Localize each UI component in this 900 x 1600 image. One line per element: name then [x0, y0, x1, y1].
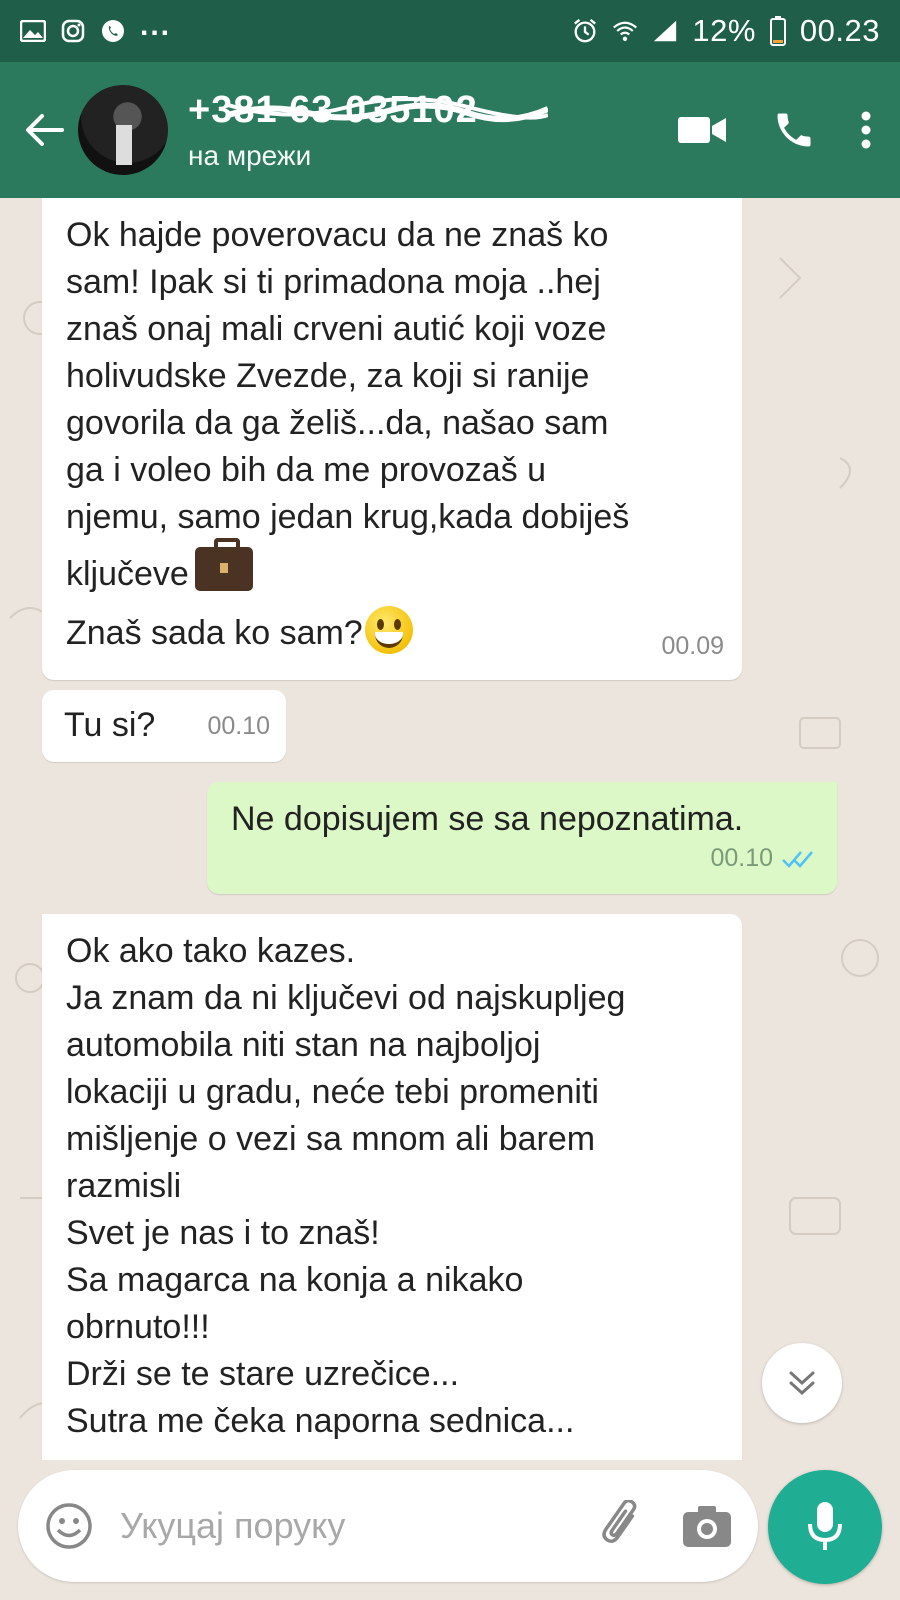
message-line: Sa magarca na konja a nikako — [66, 1261, 524, 1299]
message-line: Ja znam da ni ključevi od najskupljeg — [66, 979, 626, 1017]
status-bar: ... 12% 00.23 — [0, 0, 900, 62]
phone-icon[interactable] — [772, 108, 816, 152]
message-line: Sutra me čeka naporna sednica... — [66, 1402, 575, 1440]
gallery-icon — [20, 19, 46, 43]
more-vert-icon[interactable] — [860, 110, 872, 150]
message-time: 00.10 — [207, 712, 270, 740]
message-line: obrnuto!!! — [66, 1308, 210, 1346]
microphone-icon — [808, 1502, 842, 1550]
message-line: ga i voleo bih da me provozaš u — [66, 451, 547, 489]
contact-status: на мрежи — [188, 139, 312, 171]
incoming-message-bubble[interactable]: Ok ako tako kazes. Ja znam da ni ključev… — [42, 914, 742, 1460]
message-time: 00.10 — [710, 844, 773, 872]
emoji-icon[interactable] — [44, 1501, 94, 1551]
message-line: lokaciji u gradu, neće tebi promeniti — [66, 1073, 599, 1111]
message-line: Ok hajde poverovacu da ne znaš ko — [66, 216, 609, 254]
message-composer — [18, 1470, 758, 1582]
back-arrow-icon[interactable] — [14, 100, 74, 160]
briefcase-emoji-icon — [194, 538, 253, 591]
signal-icon — [652, 19, 678, 43]
clock: 00.23 — [799, 13, 880, 48]
wifi-icon — [612, 19, 638, 43]
message-line: razmisli — [66, 1167, 182, 1205]
outgoing-message-bubble[interactable]: Ne dopisujem se sa nepoznatima. 00.10 — [207, 782, 837, 894]
camera-icon[interactable] — [682, 1504, 732, 1548]
battery-icon — [769, 16, 786, 46]
message-input[interactable] — [120, 1505, 598, 1547]
message-time: 00.09 — [661, 632, 724, 660]
more-notifications: ... — [140, 9, 172, 42]
alarm-icon — [572, 18, 598, 43]
message-line: Svet je nas i to znaš! — [66, 1214, 380, 1252]
instagram-icon — [60, 19, 86, 43]
chat-thread[interactable]: Ok hajde poverovacu da ne znaš ko sam! I… — [0, 198, 900, 1460]
message-line: Drži se te stare uzrečice... — [66, 1355, 460, 1393]
message-line: Znaš sada ko sam? — [66, 614, 363, 652]
read-ticks-icon — [782, 850, 813, 868]
message-line: sam! Ipak si ti primadona moja ..hej — [66, 263, 601, 301]
message-line: automobila niti stan na najboljoj — [66, 1026, 541, 1064]
double-chevron-down-icon — [789, 1371, 815, 1396]
message-line: znaš onaj mali crveni autić koji voze — [66, 310, 607, 348]
message-meta: 00.10 — [710, 835, 817, 882]
whatsapp-icon — [100, 19, 126, 43]
battery-percentage: 12% — [692, 13, 756, 48]
incoming-message-bubble[interactable]: Ok hajde poverovacu da ne znaš ko sam! I… — [42, 198, 742, 680]
message-line: Ok ako tako kazes. — [66, 932, 356, 970]
smiley-emoji-icon — [364, 606, 413, 654]
message-line: govorila da ga želiš...da, našao sam — [66, 404, 609, 442]
redaction-scribble — [228, 96, 548, 122]
message-line: ključeve — [66, 555, 189, 593]
video-call-icon[interactable] — [676, 113, 728, 147]
incoming-message-bubble[interactable]: Tu si? 00.10 — [42, 690, 286, 762]
message-line: njemu, samo jedan krug,kada dobiješ — [66, 498, 630, 536]
scroll-to-bottom-button[interactable] — [762, 1343, 842, 1423]
contact-name: +381 63 035102 — [188, 89, 548, 132]
attach-icon[interactable] — [598, 1500, 646, 1552]
chat-header: +381 63 035102 на мрежи — [0, 62, 900, 198]
avatar[interactable] — [78, 85, 168, 175]
message-line: mišljenje o vezi sa mnom ali barem — [66, 1120, 596, 1158]
contact-info[interactable]: +381 63 035102 на мрежи — [188, 89, 548, 172]
voice-message-button[interactable] — [768, 1470, 882, 1584]
message-line: holivudske Zvezde, za koji si ranije — [66, 357, 590, 395]
